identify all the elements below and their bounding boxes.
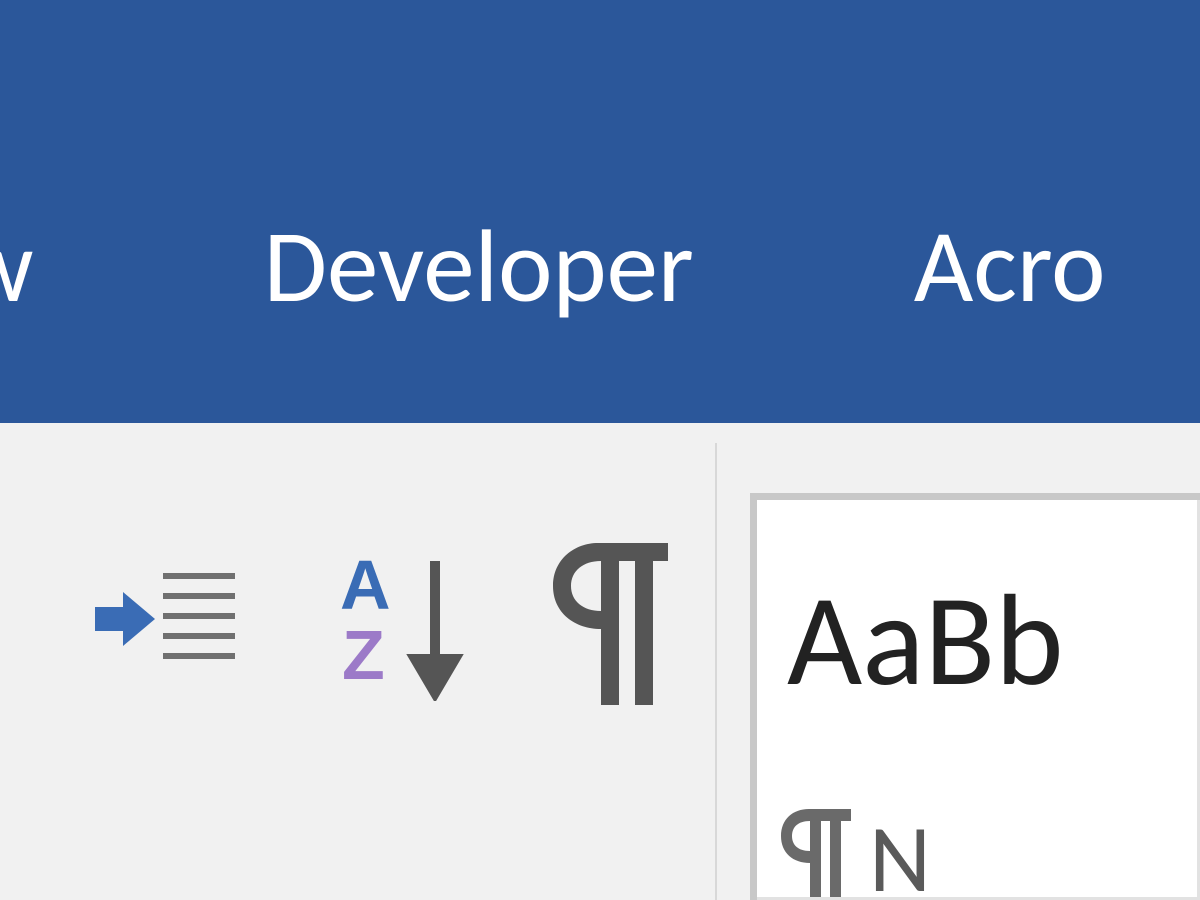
show-hide-formatting-button[interactable] [553,543,668,705]
sort-az-icon: A Z [340,687,480,706]
increase-indent-icon [95,664,235,683]
ribbon-group-separator [715,443,717,900]
pilcrow-small-icon [781,809,851,900]
svg-text:Z: Z [342,616,385,694]
ribbon-tab-developer[interactable]: Developer [264,215,694,318]
increase-indent-button[interactable] [95,568,235,678]
ribbon-tab-partial-left[interactable]: w [0,215,34,318]
pilcrow-icon [553,691,668,710]
svg-text:A: A [340,551,391,624]
sort-button[interactable]: A Z [340,551,480,701]
ribbon-command-area: A Z AaBb [0,423,1200,900]
ribbon-tab-partial-right[interactable]: Acro [914,215,1106,318]
style-sample-text: AaBb [787,560,1064,719]
style-gallery-item[interactable]: AaBb N [750,493,1200,900]
ribbon-tab-bar: w Developer Acro [0,0,1200,423]
style-caption: N [781,800,931,900]
style-caption-text: N [869,800,931,900]
